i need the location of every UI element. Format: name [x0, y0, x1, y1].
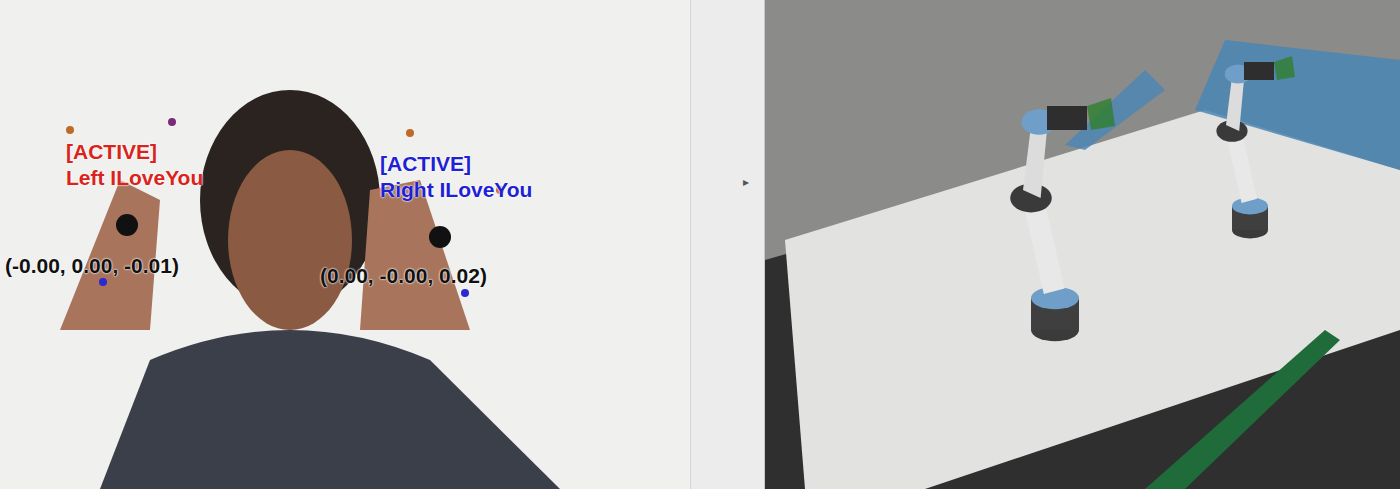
- collapse-handle[interactable]: ▸: [743, 174, 749, 190]
- hand-label: [ACTIVE]Right ILoveYou: [380, 152, 532, 202]
- hand-gesture: Left ILoveYou: [66, 166, 203, 190]
- hand-coordinates: (0.00, -0.00, 0.02): [320, 264, 487, 288]
- app-window: [ACTIVE]Left ILoveYou(-0.00, 0.00, -0.01…: [0, 0, 1400, 489]
- hand-status: [ACTIVE]: [66, 140, 203, 164]
- camera-feed: [ACTIVE]Left ILoveYou(-0.00, 0.00, -0.01…: [0, 0, 690, 489]
- simulation-viewport[interactable]: [765, 0, 1400, 489]
- robot-scene: [765, 0, 1400, 489]
- panel-splitter[interactable]: ▸: [690, 0, 765, 489]
- hand-status: [ACTIVE]: [380, 152, 532, 176]
- camera-image: [0, 0, 690, 489]
- hand-coordinates: (-0.00, 0.00, -0.01): [5, 254, 179, 278]
- hand-label: [ACTIVE]Left ILoveYou: [66, 140, 203, 190]
- hand-gesture: Right ILoveYou: [380, 178, 532, 202]
- robot-arm: [1010, 98, 1115, 341]
- robot-arm: [1216, 56, 1295, 238]
